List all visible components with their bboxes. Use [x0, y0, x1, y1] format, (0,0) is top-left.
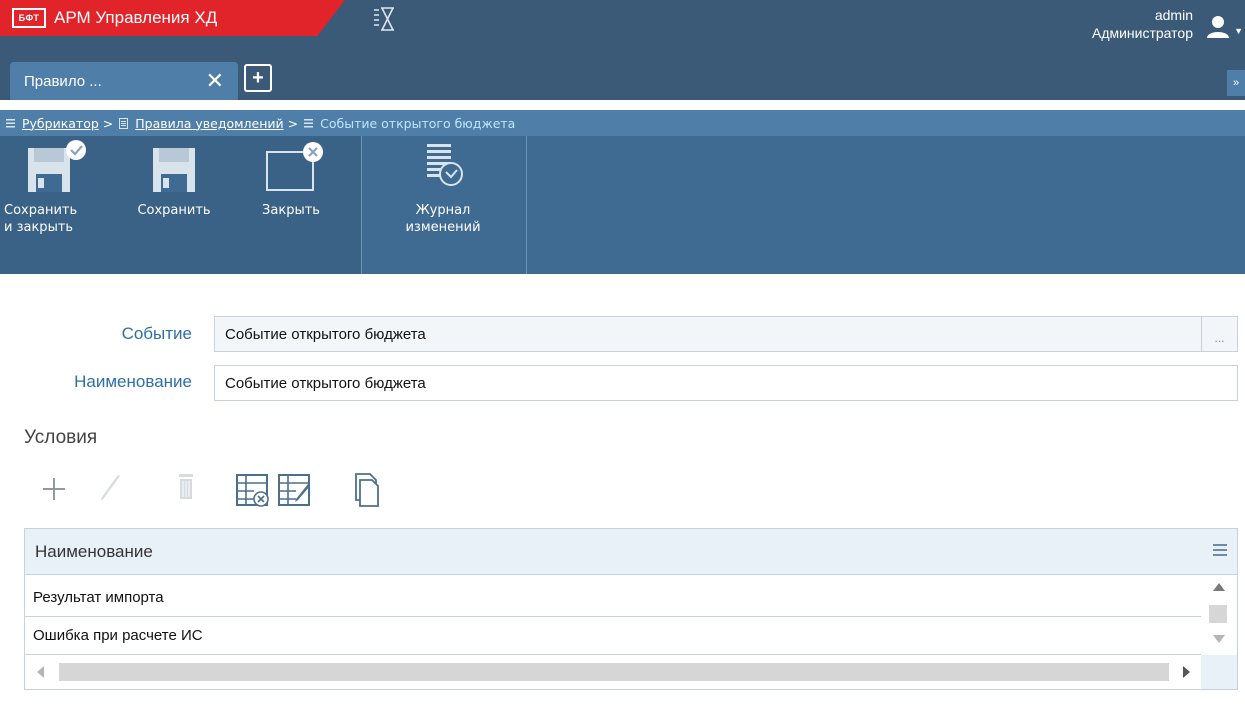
table-row[interactable]: Результат импорта: [25, 579, 1203, 617]
app-title: АРМ Управления ХД: [54, 8, 218, 27]
delete-icon[interactable]: [170, 470, 202, 506]
tabs-overflow-button[interactable]: »: [1227, 70, 1245, 96]
user-role: Администратор: [1091, 25, 1193, 41]
brand-logo: БФТ: [12, 8, 46, 28]
scroll-up-arrow-icon[interactable]: [1213, 583, 1225, 591]
name-label: Наименование: [74, 372, 192, 391]
row-name: Результат импорта: [33, 589, 164, 606]
chevron-down-icon[interactable]: ▼: [1234, 26, 1243, 36]
save-check-icon: [28, 140, 86, 192]
event-value: Событие открытого бюджета: [225, 325, 426, 343]
change-journal-button[interactable]: Журнал изменений: [378, 140, 508, 236]
conditions-toolbar: [24, 470, 424, 510]
add-icon[interactable]: [38, 470, 70, 506]
save-icon: [153, 148, 195, 192]
name-value: Событие открытого бюджета: [225, 374, 426, 392]
save-and-close-label-line2: и закрыть: [4, 220, 74, 235]
add-tab-button[interactable]: +: [244, 64, 272, 92]
breadcrumb-item-rubricator[interactable]: Рубрикатор >: [6, 116, 119, 131]
user-info[interactable]: admin Администратор: [1092, 6, 1193, 42]
vertical-scrollbar[interactable]: [1201, 575, 1237, 655]
breadcrumb-separator: >: [102, 115, 114, 131]
action-toolbar: Сохранить и закрыть Сохранить Закрыть Жу…: [0, 136, 1245, 274]
close-icon[interactable]: ✕: [206, 68, 224, 94]
scroll-thumb[interactable]: [59, 663, 1169, 681]
user-name: admin: [1154, 7, 1193, 23]
journal-label-line1: Журнал: [415, 203, 471, 218]
edit-icon[interactable]: [94, 470, 126, 506]
scroll-corner: [1201, 655, 1237, 689]
hourglass-icon[interactable]: [373, 6, 395, 32]
scroll-left-arrow-icon[interactable]: [37, 666, 44, 678]
save-label: Сохранить: [137, 203, 211, 218]
grid-header: Наименование: [25, 529, 1237, 575]
save-and-close-button[interactable]: Сохранить и закрыть: [4, 140, 104, 236]
breadcrumb-item-current: Событие открытого бюджета: [304, 116, 515, 131]
toolbar-divider: [361, 136, 362, 274]
tab-rule[interactable]: Правило ... ✕: [10, 62, 238, 100]
breadcrumb-separator: >: [287, 115, 299, 131]
close-label: Закрыть: [262, 203, 320, 218]
column-header-name[interactable]: Наименование: [35, 542, 153, 562]
event-field[interactable]: Событие открытого бюджета ...: [214, 316, 1238, 352]
scroll-down-arrow-icon[interactable]: [1213, 635, 1225, 643]
breadcrumb-item-rules[interactable]: Правила уведомлений >: [119, 116, 304, 131]
breadcrumb-link[interactable]: Рубрикатор: [22, 116, 99, 131]
conditions-title: Условия: [24, 427, 98, 448]
scroll-right-arrow-icon[interactable]: [1183, 666, 1190, 678]
table-remove-icon[interactable]: [234, 470, 272, 510]
save-button[interactable]: Сохранить: [124, 140, 224, 219]
tabs-bar: Правило ... ✕: [0, 56, 1245, 100]
breadcrumb-current: Событие открытого бюджета: [320, 115, 516, 131]
document-icon: [119, 117, 129, 129]
conditions-grid: Наименование Результат импорта Ошибка пр…: [24, 528, 1238, 690]
copy-icon[interactable]: [350, 470, 384, 510]
toolbar-divider: [526, 136, 527, 274]
tab-label: Правило ...: [24, 72, 102, 90]
app-header: БФТ АРМ Управления ХД admin Администрато…: [0, 0, 1245, 56]
brand-bar[interactable]: БФТ АРМ Управления ХД: [0, 0, 345, 36]
close-window-icon: [266, 142, 323, 191]
breadcrumb-link[interactable]: Правила уведомлений: [135, 116, 283, 131]
scroll-thumb[interactable]: [1209, 605, 1227, 623]
horizontal-scrollbar[interactable]: [25, 655, 1203, 689]
table-row[interactable]: Ошибка при расчете ИС: [25, 617, 1203, 655]
event-label: Событие: [121, 324, 192, 343]
table-edit-icon[interactable]: [276, 470, 314, 510]
close-button[interactable]: Закрыть: [246, 140, 336, 219]
event-select-button[interactable]: ...: [1201, 317, 1237, 351]
breadcrumb: Рубрикатор > Правила уведомлений > Событ…: [0, 110, 1245, 136]
list-icon: [304, 118, 314, 127]
list-icon: [6, 118, 15, 127]
row-name: Ошибка при расчете ИС: [33, 627, 203, 644]
journal-label-line2: изменений: [405, 220, 481, 235]
journal-clock-icon: [427, 144, 463, 186]
save-and-close-label-line1: Сохранить: [4, 203, 78, 218]
user-icon[interactable]: [1205, 14, 1231, 40]
menu-icon[interactable]: [1213, 543, 1227, 557]
name-field[interactable]: Событие открытого бюджета: [214, 365, 1238, 401]
